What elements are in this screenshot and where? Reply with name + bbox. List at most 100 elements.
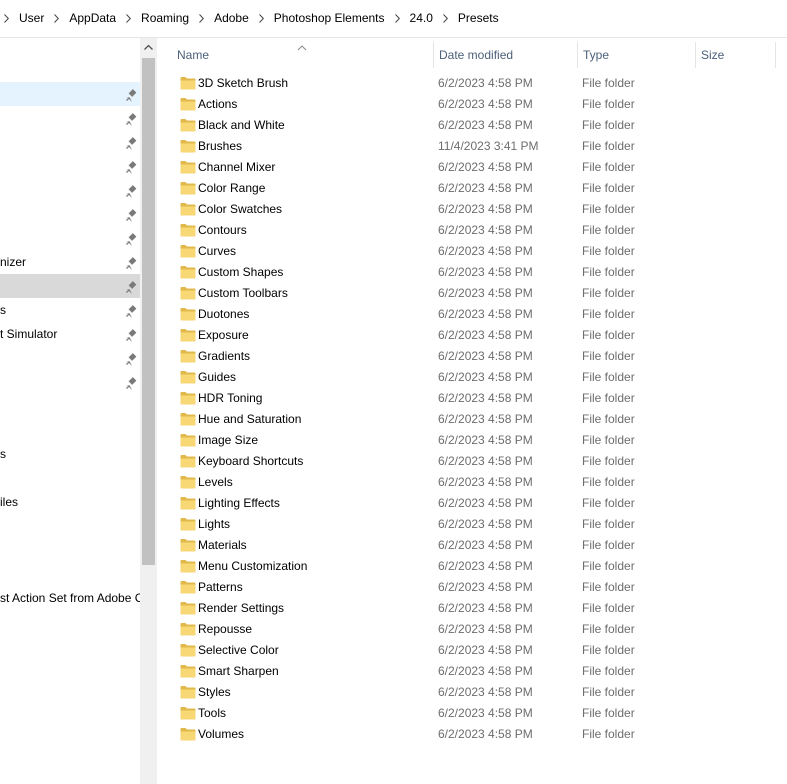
file-row[interactable]: Volumes 6/2/2023 4:58 PM File folder [157,724,777,745]
nav-pane-item[interactable]: s [0,442,140,466]
file-row[interactable]: HDR Toning 6/2/2023 4:58 PM File folder [157,388,777,409]
chevron-right-icon[interactable] [0,0,13,37]
folder-icon [180,454,196,468]
file-row[interactable]: Hue and Saturation 6/2/2023 4:58 PM File f… [157,409,777,430]
nav-pane-item[interactable] [0,346,140,370]
nav-pane-item[interactable] [0,562,140,586]
scroll-up-arrow-icon[interactable] [140,38,157,55]
nav-pane-item[interactable] [0,538,140,562]
nav-pane-item[interactable] [0,274,140,298]
file-row[interactable]: Styles 6/2/2023 4:58 PM File folder [157,682,777,703]
nav-pane-item[interactable] [0,106,140,130]
chevron-right-icon[interactable] [122,0,135,37]
file-date-modified: 6/2/2023 4:58 PM [438,391,533,405]
chevron-right-icon[interactable] [391,0,404,37]
file-date-modified: 6/2/2023 4:58 PM [438,685,533,699]
file-type: File folder [582,643,635,657]
file-name: Repousse [198,622,253,636]
nav-pane-item[interactable] [0,82,140,106]
address-bar[interactable]: User AppData Roaming Adobe Photoshop Element… [0,0,787,38]
nav-pane-item[interactable] [0,202,140,226]
column-header-date-modified[interactable]: Date modified [433,38,577,72]
chevron-right-icon[interactable] [439,0,452,37]
scrollbar-thumb[interactable] [142,58,155,565]
file-row[interactable]: Custom Toolbars 6/2/2023 4:58 PM File fold… [157,283,777,304]
file-row[interactable]: Brushes 11/4/2023 3:41 PM File folder [157,136,777,157]
file-row[interactable]: Selective Color 6/2/2023 4:58 PM File fold… [157,640,777,661]
nav-pane-item[interactable] [0,418,140,442]
nav-pane-item[interactable] [0,514,140,538]
file-type: File folder [582,265,635,279]
file-row[interactable]: Lighting Effects 6/2/2023 4:58 PM File fol… [157,493,777,514]
file-row[interactable]: Materials 6/2/2023 4:58 PM File folder [157,535,777,556]
nav-pane-item[interactable] [0,370,140,394]
file-date-modified: 6/2/2023 4:58 PM [438,202,533,216]
folder-icon [180,517,196,531]
file-row[interactable]: Guides 6/2/2023 4:58 PM File folder [157,367,777,388]
nav-pane-item[interactable]: iles [0,490,140,514]
file-name: Smart Sharpen [198,664,279,678]
file-row[interactable]: Render Settings 6/2/2023 4:58 PM File fold… [157,598,777,619]
file-row[interactable]: Custom Shapes 6/2/2023 4:58 PM File folder [157,262,777,283]
breadcrumb-item[interactable]: Roaming [135,0,195,37]
file-row[interactable]: Actions 6/2/2023 4:58 PM File folder [157,94,777,115]
folder-icon [180,223,196,237]
file-row[interactable]: 3D Sketch Brush 6/2/2023 4:58 PM File fold… [157,73,777,94]
file-row[interactable]: Duotones 6/2/2023 4:58 PM File folder [157,304,777,325]
pin-icon [124,207,138,222]
file-row[interactable]: Curves 6/2/2023 4:58 PM File folder [157,241,777,262]
file-row[interactable]: Levels 6/2/2023 4:58 PM File folder [157,472,777,493]
file-row[interactable]: Menu Customization 6/2/2023 4:58 PM File f… [157,556,777,577]
nav-pane-item[interactable]: nizer [0,250,140,274]
file-row[interactable]: Channel Mixer 6/2/2023 4:58 PM File folder [157,157,777,178]
column-divider[interactable] [775,42,776,68]
file-date-modified: 6/2/2023 4:58 PM [438,181,533,195]
column-header-name[interactable]: Name [171,38,433,72]
nav-pane-item[interactable] [0,154,140,178]
file-row[interactable]: Color Swatches 6/2/2023 4:58 PM File folde… [157,199,777,220]
nav-pane-item[interactable] [0,226,140,250]
file-row[interactable]: Image Size 6/2/2023 4:58 PM File folder [157,430,777,451]
chevron-right-icon[interactable] [50,0,63,37]
column-header-type[interactable]: Type [577,38,695,72]
breadcrumb-item[interactable]: Adobe [208,0,255,37]
nav-pane-item[interactable]: s [0,298,140,322]
chevron-right-icon[interactable] [255,0,268,37]
folder-icon [180,202,196,216]
breadcrumb-item[interactable]: AppData [63,0,122,37]
nav-pane-item[interactable] [0,394,140,418]
navigation-pane-scrollbar[interactable] [140,38,157,784]
nav-pane-item[interactable] [0,178,140,202]
file-row[interactable]: Lights 6/2/2023 4:58 PM File folder [157,514,777,535]
file-row[interactable]: Contours 6/2/2023 4:58 PM File folder [157,220,777,241]
breadcrumb-item[interactable]: Presets [452,0,505,37]
file-type: File folder [582,370,635,384]
nav-pane-item[interactable] [0,466,140,490]
file-date-modified: 6/2/2023 4:58 PM [438,97,533,111]
file-row[interactable]: Gradients 6/2/2023 4:58 PM File folder [157,346,777,367]
file-type: File folder [582,664,635,678]
breadcrumb-item[interactable]: User [13,0,50,37]
file-row[interactable]: Color Range 6/2/2023 4:58 PM File folder [157,178,777,199]
folder-icon [180,181,196,195]
folder-icon [180,391,196,405]
column-header-size[interactable]: Size [695,38,775,72]
nav-pane-item[interactable] [0,130,140,154]
file-name: Styles [198,685,231,699]
nav-pane-item[interactable]: st Action Set from Adobe C [0,586,140,610]
file-row[interactable]: Patterns 6/2/2023 4:58 PM File folder [157,577,777,598]
breadcrumb-item[interactable]: 24.0 [404,0,439,37]
chevron-right-icon[interactable] [195,0,208,37]
file-row[interactable]: Repousse 6/2/2023 4:58 PM File folder [157,619,777,640]
file-row[interactable]: Exposure 6/2/2023 4:58 PM File folder [157,325,777,346]
breadcrumb-item[interactable]: Photoshop Elements [268,0,391,37]
file-name: Duotones [198,307,250,321]
folder-icon [180,370,196,384]
file-row[interactable]: Tools 6/2/2023 4:58 PM File folder [157,703,777,724]
file-row[interactable]: Black and White 6/2/2023 4:58 PM File fold… [157,115,777,136]
file-date-modified: 6/2/2023 4:58 PM [438,580,533,594]
file-date-modified: 6/2/2023 4:58 PM [438,265,533,279]
nav-pane-item[interactable]: t Simulator [0,322,140,346]
file-row[interactable]: Keyboard Shortcuts 6/2/2023 4:58 PM File f… [157,451,777,472]
file-row[interactable]: Smart Sharpen 6/2/2023 4:58 PM File folder [157,661,777,682]
